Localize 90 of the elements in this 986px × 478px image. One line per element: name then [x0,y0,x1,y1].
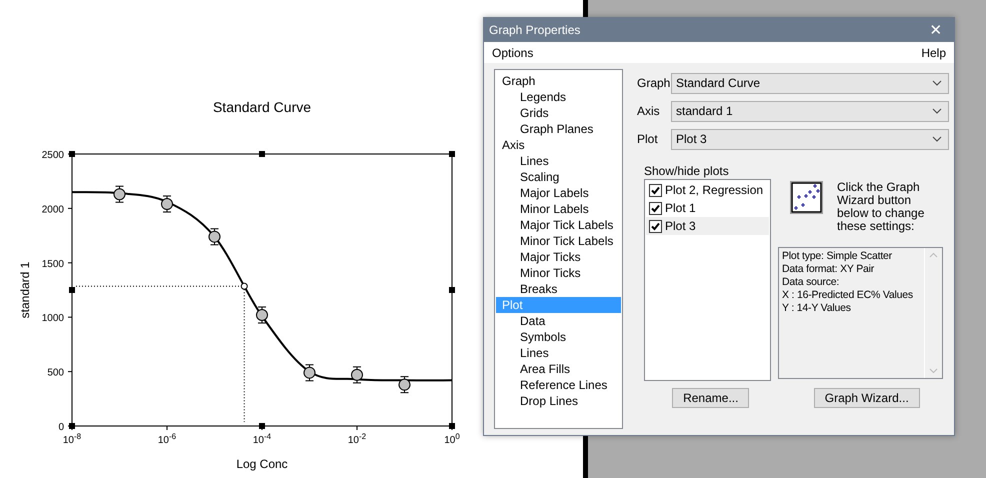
rename-button[interactable]: Rename... [672,388,750,408]
tree-item[interactable]: Reference Lines [496,377,621,393]
tree-item[interactable]: Minor Tick Labels [496,233,621,249]
predicted-point [240,282,248,290]
selection-handle[interactable] [259,151,265,157]
checkbox[interactable] [649,184,662,196]
checkbox[interactable] [649,220,662,232]
tree-item[interactable]: Lines [496,345,621,361]
dropdown[interactable]: Standard Curve [671,72,949,94]
plot-item[interactable]: Plot 3 [646,217,769,235]
tree-item[interactable]: Data [496,313,621,329]
menu-item[interactable]: Help [921,46,946,60]
y-tick-label: 500 [47,368,64,379]
x-tick [166,426,168,430]
tree-item[interactable]: Lines [496,153,621,169]
y-tick [68,371,72,372]
plot-item[interactable]: Plot 2, Regression [646,181,769,199]
chevron-icon [932,136,942,142]
selection-handle[interactable] [259,423,265,429]
x-tick-label: 10$^{-2}$ [348,432,366,446]
plot-label: Plot 3 [665,219,696,233]
wizard-hint: Click the Graph Wizard button below to change these settings: [837,181,926,233]
info-line: X : 16-Predicted EC% Values [782,289,914,302]
field-label: Axis [637,104,661,118]
tree-item[interactable]: Axis [496,137,621,153]
info-line: Data format: XY Pair [782,263,876,276]
field-label: Plot [637,132,659,146]
y-tick-label: 0 [58,422,64,433]
plot-label: Plot 2, Regression [665,183,764,197]
tree-item[interactable]: Minor Ticks [496,265,621,281]
point [161,198,173,210]
x-tick [356,426,358,430]
tree-item[interactable]: Symbols [496,329,621,345]
tree-item[interactable]: Major Labels [496,185,621,201]
tree-item[interactable]: Legends [496,89,621,105]
scatter-plot-icon [790,181,823,214]
y-tick [68,208,72,209]
y-tick-label: 2000 [42,204,64,216]
x-tick-label: 10$^{0}$ [444,432,460,446]
point [351,368,363,381]
point [208,230,220,243]
tree-item[interactable]: Major Tick Labels [496,217,621,233]
selection-handle[interactable] [69,151,75,157]
chevron-icon [932,80,942,86]
x-tick-label: 10$^{-6}$ [158,432,176,446]
tree-item[interactable]: Scaling [496,169,621,185]
menu-item[interactable]: Options [492,46,534,60]
x-axis-label: Log Conc [236,457,288,471]
chevron-icon [932,108,942,114]
y-tick [68,262,72,264]
tree-item[interactable]: Drop Lines [496,393,621,409]
info-line: Plot type: Simple Scatter [782,250,893,263]
field-label: Graph [637,76,671,90]
tree-item[interactable]: Graph Planes [496,121,621,137]
close-button[interactable]: ✕ [918,18,954,42]
tree-item[interactable]: Graph [496,73,621,89]
plot-label: Plot 1 [665,201,696,215]
point [114,188,126,200]
y-tick [68,316,72,318]
info-line: Data source: [782,276,840,289]
point [304,366,316,379]
checkbox[interactable] [649,202,662,214]
scroll-down-icon[interactable] [929,368,938,374]
y-tick-label: 1000 [42,313,64,324]
graph-wizard-button[interactable]: Graph Wizard... [814,388,920,408]
x-tick-label: 10$^{-4}$ [252,432,272,446]
y-tick-label: 1500 [42,258,64,270]
tree-item[interactable]: Area Fills [496,361,621,377]
window-title: Graph Properties [489,23,580,37]
tree-item[interactable]: Grids [496,105,621,121]
y-axis-label: standard 1 [18,262,32,318]
plot-item[interactable]: Plot 1 [646,199,769,217]
y-tick-label: 2500 [42,150,64,161]
selection-handle[interactable] [449,423,455,429]
tree-item[interactable]: Breaks [496,281,621,297]
scroll-up-icon[interactable] [929,252,938,258]
chart-title: Standard Curve [212,99,312,115]
point [256,309,268,322]
selection-handle[interactable] [69,423,75,429]
section-label: Show/hide plots [644,164,730,178]
point [398,378,410,391]
tree-item[interactable]: Minor Labels [496,201,621,217]
tree-item[interactable]: Major Ticks [496,249,621,265]
selection-handle[interactable] [449,287,455,293]
dropdown[interactable]: Plot 3 [671,128,949,150]
selection-handle[interactable] [449,151,455,157]
dropdown[interactable]: standard 1 [671,100,949,122]
x-tick-label: 10$^{-8}$ [62,432,82,446]
selection-handle[interactable] [69,287,75,293]
info-line: Y : 14-Y Values [782,302,852,315]
